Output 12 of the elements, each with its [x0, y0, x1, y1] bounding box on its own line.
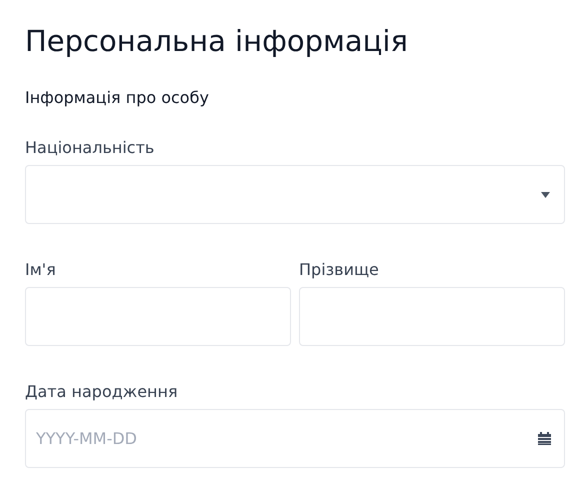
section-heading: Інформація про особу [25, 87, 210, 109]
input-field[interactable] [25, 287, 291, 346]
field-label: Прізвище [299, 260, 380, 280]
caret-icon [541, 192, 550, 198]
page-title: Персональна інформація [25, 23, 409, 60]
field-label: Національність [25, 138, 156, 158]
dropdown-field[interactable] [25, 165, 565, 224]
calendar-icon [538, 432, 551, 445]
field-label: Ім'я [25, 260, 57, 280]
field-label: Дата народження [25, 382, 179, 402]
date-field[interactable]: YYYY-MM-DD [25, 409, 565, 468]
input-field[interactable] [299, 287, 565, 346]
